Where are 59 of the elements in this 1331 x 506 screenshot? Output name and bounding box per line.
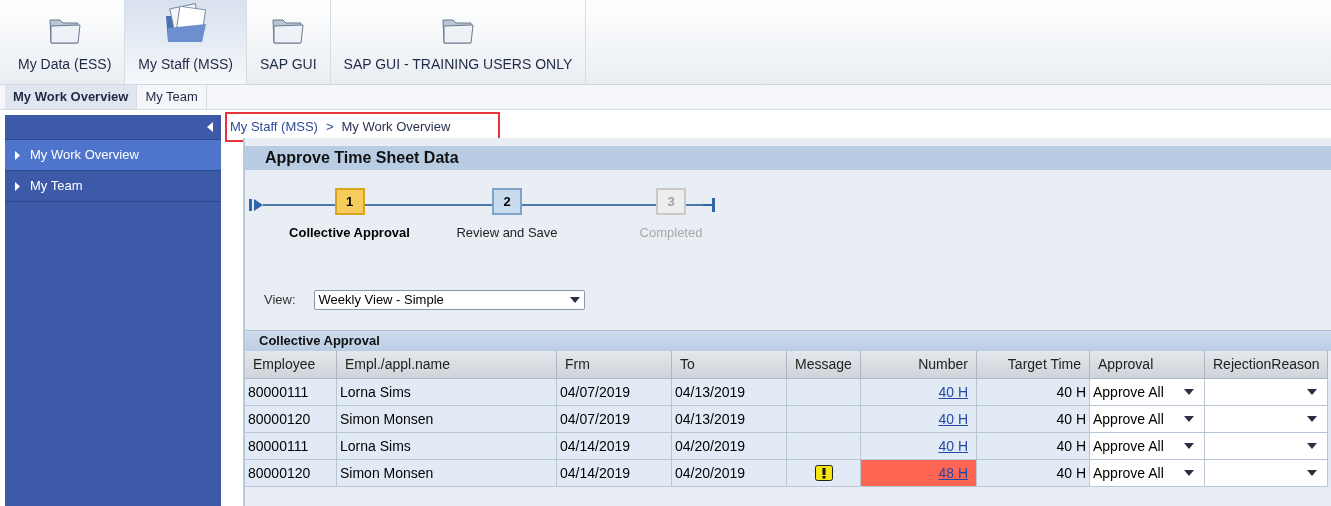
end-marker-icon <box>703 198 715 212</box>
expand-arrow-icon <box>15 181 20 191</box>
view-label: View: <box>264 291 296 310</box>
rejection-reason-dropdown[interactable] <box>1205 433 1328 460</box>
approval-dropdown[interactable]: Approve All <box>1090 460 1205 487</box>
sub-tab[interactable]: My Work Overview <box>5 85 138 109</box>
top-tab[interactable]: My Data (ESS) <box>5 0 126 84</box>
expand-arrow-icon <box>15 150 20 160</box>
collapse-arrow-icon[interactable] <box>207 122 213 132</box>
page-title: Approve Time Sheet Data <box>265 148 459 168</box>
step-number[interactable]: 1 <box>334 188 365 215</box>
start-marker-icon <box>249 198 263 212</box>
table-cell: 80000120 <box>245 460 337 487</box>
column-header: Number <box>861 351 977 379</box>
top-tab[interactable]: SAP GUI - TRAINING USERS ONLY <box>330 0 587 84</box>
breadcrumb-current: My Work Overview <box>341 118 451 137</box>
dropdown-caret-icon <box>1184 443 1194 449</box>
step-label: Review and Save <box>456 224 558 242</box>
rejection-reason-dropdown[interactable] <box>1205 379 1328 406</box>
table-cell: 04/14/2019 <box>557 460 672 487</box>
table-cell: 04/20/2019 <box>672 460 787 487</box>
breadcrumb-separator: > <box>325 118 334 137</box>
warning-icon <box>814 465 833 481</box>
dropdown-caret-icon <box>1184 389 1194 395</box>
breadcrumb-link[interactable]: My Staff (MSS) <box>230 117 318 137</box>
top-tab[interactable]: SAP GUI <box>247 0 331 84</box>
hours-link[interactable]: 40 H <box>938 435 968 457</box>
hours-link[interactable]: 40 H <box>938 381 968 403</box>
column-header: To <box>672 351 787 379</box>
dropdown-caret-icon <box>1307 470 1317 476</box>
column-header: Employee <box>245 351 337 379</box>
column-header: RejectionReason <box>1205 351 1328 379</box>
top-tab[interactable]: My Staff (MSS) <box>125 0 247 84</box>
dropdown-caret-icon <box>569 297 580 303</box>
column-header: Message <box>787 351 861 379</box>
dropdown-caret-icon <box>1184 416 1194 422</box>
sidebar-item[interactable]: My Team <box>5 171 221 202</box>
dropdown-caret-icon <box>1307 416 1317 422</box>
dropdown-caret-icon <box>1307 443 1317 449</box>
column-header: Target Time <box>977 351 1090 379</box>
table-cell: Simon Monsen <box>337 460 557 487</box>
step-number[interactable]: 2 <box>492 188 522 215</box>
approval-dropdown[interactable]: Approve All <box>1090 433 1205 460</box>
sub-tab[interactable]: My Team <box>137 85 207 109</box>
column-header: Empl./appl.name <box>337 351 557 379</box>
view-dropdown[interactable]: Weekly View - Simple <box>313 290 585 310</box>
hours-link[interactable]: 40 H <box>938 408 968 430</box>
rejection-reason-dropdown[interactable] <box>1205 460 1328 487</box>
sidebar-item[interactable]: My Work Overview <box>5 140 221 171</box>
rejection-reason-dropdown[interactable] <box>1205 406 1328 433</box>
dropdown-caret-icon <box>1307 389 1317 395</box>
step-label: Collective Approval <box>289 224 410 242</box>
approval-dropdown[interactable]: Approve All <box>1090 406 1205 433</box>
approval-dropdown[interactable]: Approve All <box>1090 379 1205 406</box>
column-header: Approval <box>1090 351 1205 379</box>
column-header: Frm <box>557 351 672 379</box>
table-title: Collective Approval <box>259 332 380 351</box>
dropdown-caret-icon <box>1184 470 1194 476</box>
step-label: Completed <box>639 224 703 242</box>
